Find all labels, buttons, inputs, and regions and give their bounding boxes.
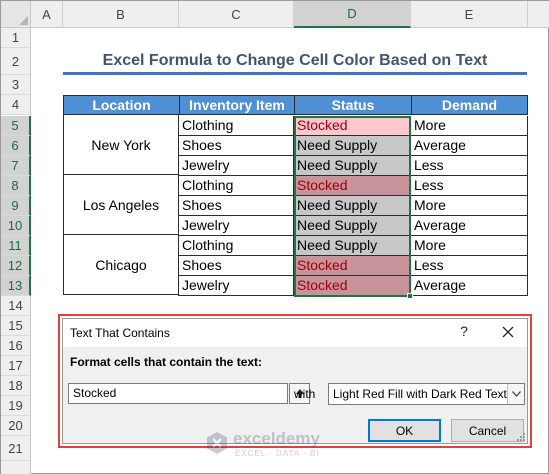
cancel-button[interactable]: Cancel — [451, 419, 524, 442]
location-cell[interactable]: New York — [63, 115, 179, 175]
demand-cell[interactable]: Average — [411, 276, 528, 296]
row-header-4[interactable]: 4 — [1, 95, 31, 115]
demand-cell[interactable]: More — [411, 196, 528, 216]
status-cell[interactable]: Stocked — [294, 176, 411, 196]
item-cell[interactable]: Jewelry — [179, 276, 294, 296]
dialog-titlebar[interactable]: Text That Contains ? — [63, 319, 527, 347]
header-inventory-item[interactable]: Inventory Item — [179, 95, 295, 115]
status-cell[interactable]: Need Supply — [294, 216, 411, 236]
column-header-filler — [528, 1, 549, 28]
row-header-19[interactable]: 19 — [1, 396, 31, 416]
row-header-13[interactable]: 13 — [1, 276, 31, 296]
item-cell[interactable]: Shoes — [179, 136, 294, 156]
demand-cell[interactable]: More — [411, 116, 528, 136]
ok-button[interactable]: OK — [368, 419, 441, 442]
location-cell[interactable]: Los Angeles — [63, 175, 179, 235]
demand-cell[interactable]: Less — [411, 256, 528, 276]
header-location[interactable]: Location — [63, 95, 180, 115]
row-header-5[interactable]: 5 — [1, 116, 31, 136]
row-header-11[interactable]: 11 — [1, 236, 31, 256]
select-all-triangle-icon — [19, 16, 28, 25]
status-cell[interactable]: Need Supply — [294, 236, 411, 256]
row-header-12[interactable]: 12 — [1, 256, 31, 276]
item-cell[interactable]: Clothing — [179, 176, 294, 196]
header-status[interactable]: Status — [294, 95, 412, 115]
row-header-18[interactable]: 18 — [1, 376, 31, 396]
row-header-6[interactable]: 6 — [1, 136, 31, 156]
select-all-corner[interactable] — [1, 1, 31, 28]
column-header-e[interactable]: E — [411, 1, 528, 28]
format-select-value: Light Red Fill with Dark Red Text — [333, 387, 507, 401]
fill-handle[interactable] — [407, 293, 413, 299]
demand-cell[interactable]: Average — [411, 216, 528, 236]
row-header-2[interactable]: 2 — [1, 48, 31, 75]
dialog-title: Text That Contains — [70, 326, 170, 340]
row-header-14[interactable]: 14 — [1, 296, 31, 316]
column-header-b[interactable]: B — [63, 1, 179, 28]
status-cell[interactable]: Need Supply — [294, 136, 411, 156]
row-header-17[interactable]: 17 — [1, 356, 31, 376]
column-header-c[interactable]: C — [179, 1, 294, 28]
status-cell[interactable]: Stocked — [294, 256, 411, 276]
table-border — [178, 115, 179, 296]
row-header-3[interactable]: 3 — [1, 75, 31, 95]
row-header-15[interactable]: 15 — [1, 316, 31, 336]
close-icon[interactable] — [499, 323, 517, 341]
status-cell[interactable]: Stocked — [294, 276, 411, 296]
item-cell[interactable]: Jewelry — [179, 156, 294, 176]
row-header-7[interactable]: 7 — [1, 156, 31, 176]
row-header-1[interactable]: 1 — [1, 28, 31, 48]
status-cell[interactable]: Need Supply — [294, 196, 411, 216]
row-header-8[interactable]: 8 — [1, 176, 31, 196]
title-underline — [63, 72, 527, 75]
spreadsheet: A B C D E 1 2 3 4 5 6 7 8 9 10 11 12 13 … — [0, 0, 549, 474]
watermark-tagline: EXCEL · DATA · BI — [235, 449, 320, 458]
status-cell[interactable]: Stocked — [294, 116, 411, 136]
row-header-9[interactable]: 9 — [1, 196, 31, 216]
column-header-a[interactable]: A — [31, 1, 63, 28]
row-header-filler — [1, 461, 31, 474]
contains-text-input[interactable]: Stocked — [68, 383, 288, 404]
row-header-21[interactable]: 21 — [1, 436, 31, 461]
format-select[interactable]: Light Red Fill with Dark Red Text — [328, 383, 525, 405]
item-cell[interactable]: Shoes — [179, 196, 294, 216]
item-cell[interactable]: Jewelry — [179, 216, 294, 236]
demand-cell[interactable]: More — [411, 236, 528, 256]
demand-cell[interactable]: Average — [411, 136, 528, 156]
row-header-10[interactable]: 10 — [1, 216, 31, 236]
demand-cell[interactable]: Less — [411, 156, 528, 176]
dialog-body: Text That Contains ? Format cells that c… — [62, 318, 528, 444]
help-button[interactable]: ? — [456, 323, 472, 341]
text-that-contains-dialog: Text That Contains ? Format cells that c… — [58, 314, 532, 448]
location-cell[interactable]: Chicago — [63, 235, 179, 295]
status-cell[interactable]: Need Supply — [294, 156, 411, 176]
header-demand[interactable]: Demand — [411, 95, 528, 115]
demand-cell[interactable]: Less — [411, 176, 528, 196]
with-label: with — [294, 387, 316, 401]
item-cell[interactable]: Clothing — [179, 236, 294, 256]
column-header-d[interactable]: D — [294, 1, 411, 28]
chevron-down-icon[interactable] — [507, 384, 524, 404]
row-header-16[interactable]: 16 — [1, 336, 31, 356]
sheet-title: Excel Formula to Change Cell Color Based… — [102, 52, 488, 69]
resize-grip-icon[interactable] — [516, 432, 526, 442]
item-cell[interactable]: Shoes — [179, 256, 294, 276]
row-header-20[interactable]: 20 — [1, 416, 31, 436]
item-cell[interactable]: Clothing — [179, 116, 294, 136]
dialog-prompt-label: Format cells that contain the text: — [70, 355, 263, 369]
